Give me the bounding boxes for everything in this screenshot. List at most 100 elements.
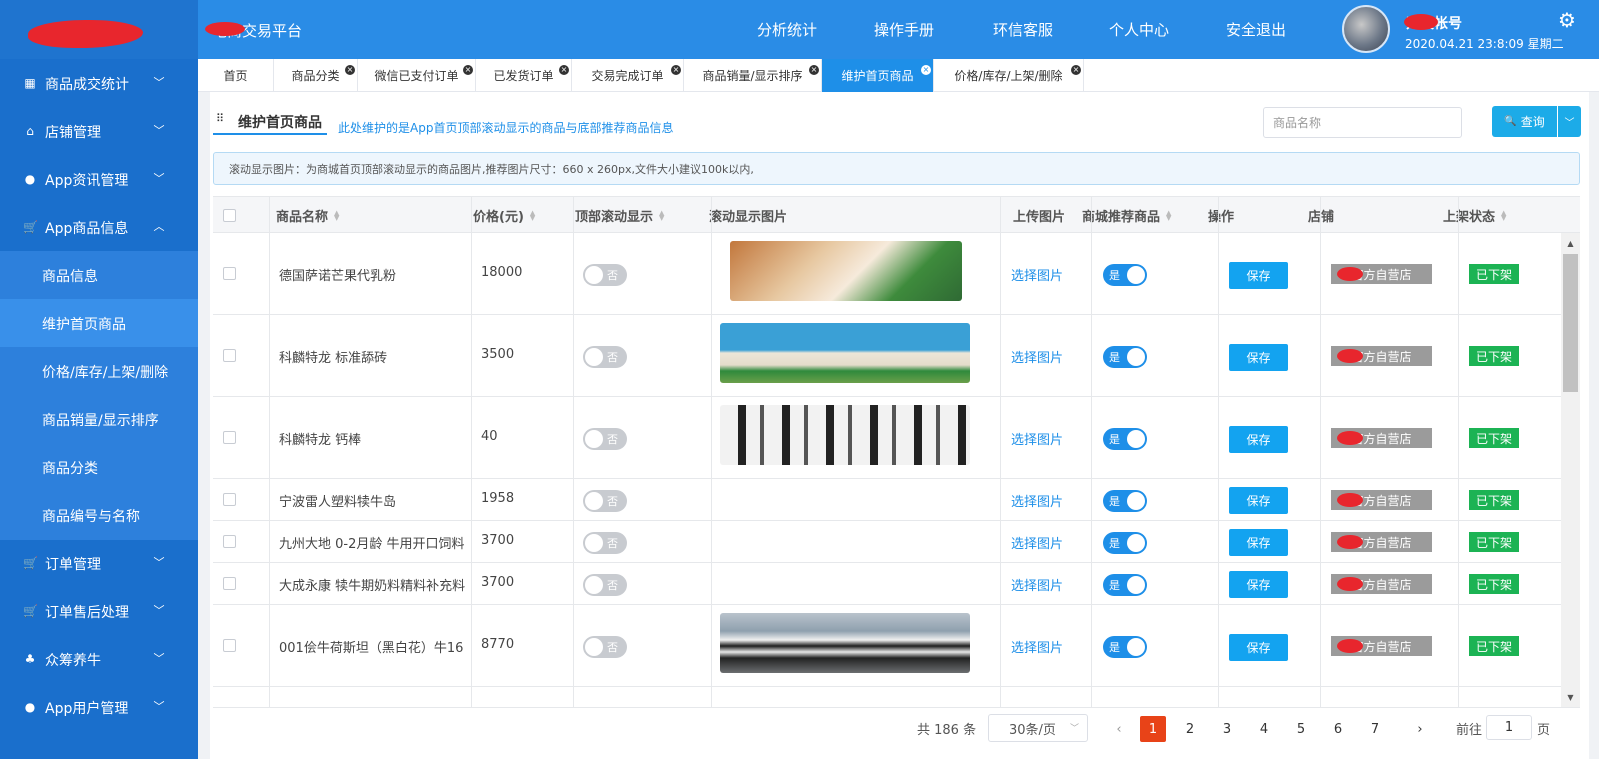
close-icon[interactable]: ×	[463, 65, 473, 75]
column-header[interactable]: 上架状态 ▲ ▼	[1443, 197, 1506, 234]
sidebar-item-shop[interactable]: ⌂ 店铺管理 ﹀	[0, 107, 198, 156]
page-number[interactable]: 3	[1214, 716, 1240, 742]
sidebar-item-app-users[interactable]: ● App用户管理 ﹀	[0, 683, 198, 732]
tab-home[interactable]: 首页	[198, 59, 274, 92]
query-button[interactable]: 🔍 查询	[1492, 106, 1557, 137]
next-page-button[interactable]: ›	[1407, 716, 1433, 742]
column-header[interactable]: 价格(元) ▲ ▼	[473, 197, 535, 234]
choose-image-link[interactable]: 选择图片	[1011, 575, 1063, 594]
nav-analytics[interactable]: 分析统计	[757, 0, 817, 59]
sidebar-sub-home-products[interactable]: 维护首页商品	[0, 299, 198, 348]
status-badge: 已下架	[1469, 346, 1519, 366]
recommend-toggle[interactable]: 是	[1103, 574, 1147, 596]
choose-image-link[interactable]: 选择图片	[1011, 265, 1063, 284]
sidebar-sub-sales-order[interactable]: 商品销量/显示排序	[0, 395, 198, 444]
nav-manual[interactable]: 操作手册	[874, 0, 934, 59]
close-icon[interactable]: ×	[809, 65, 819, 75]
tab-completed[interactable]: 交易完成订单 ×	[572, 59, 684, 92]
status-badge: 已下架	[1469, 264, 1519, 284]
scroll-toggle[interactable]: 否	[583, 428, 627, 450]
page-number[interactable]: 2	[1177, 716, 1203, 742]
tab-sales-order[interactable]: 商品销量/显示排序 ×	[684, 59, 822, 92]
sidebar-item-after-sales[interactable]: 🛒 订单售后处理 ﹀	[0, 587, 198, 636]
scroll-toggle[interactable]: 否	[583, 532, 627, 554]
choose-image-link[interactable]: 选择图片	[1011, 637, 1063, 656]
save-button[interactable]: 保存	[1229, 529, 1288, 556]
tab-category[interactable]: 商品分类 ×	[274, 59, 358, 92]
nav-logout[interactable]: 安全退出	[1226, 0, 1286, 59]
recommend-toggle[interactable]: 是	[1103, 428, 1147, 450]
row-checkbox[interactable]	[223, 349, 236, 362]
scroll-toggle[interactable]: 否	[583, 346, 627, 368]
scroll-toggle[interactable]: 否	[583, 574, 627, 596]
column-header[interactable]: 顶部滚动显示 ▲ ▼	[575, 197, 664, 234]
cart-icon: 🛒	[23, 556, 38, 570]
shop-badge: 官方自营店	[1331, 346, 1432, 366]
sidebar-item-sales-stats[interactable]: ▦ 商品成交统计 ﹀	[0, 59, 198, 108]
column-header[interactable]: 商城推荐商品 ▲ ▼	[1082, 197, 1171, 234]
close-icon[interactable]: ×	[1071, 65, 1081, 75]
gear-icon[interactable]: ⚙	[1556, 9, 1578, 31]
row-checkbox[interactable]	[223, 535, 236, 548]
scrollbar-thumb[interactable]	[1563, 254, 1578, 392]
choose-image-link[interactable]: 选择图片	[1011, 491, 1063, 510]
column-header[interactable]: 商品名称 ▲ ▼	[276, 197, 339, 234]
sidebar-item-crowdfunding[interactable]: ♣ 众筹养牛 ﹀	[0, 635, 198, 684]
query-dropdown-button[interactable]: ﹀	[1558, 106, 1581, 137]
goto-page-input[interactable]: 1	[1486, 715, 1532, 740]
row-checkbox[interactable]	[223, 577, 236, 590]
recommend-toggle[interactable]: 是	[1103, 264, 1147, 286]
sidebar-sub-category[interactable]: 商品分类	[0, 443, 198, 492]
sidebar-sub-price-stock[interactable]: 价格/库存/上架/删除	[0, 347, 198, 396]
sort-icon: ▲ ▼	[529, 208, 536, 222]
close-icon[interactable]: ×	[345, 65, 355, 75]
close-icon[interactable]: ×	[559, 65, 569, 75]
scroll-toggle[interactable]: 否	[583, 264, 627, 286]
sidebar-item-orders[interactable]: 🛒 订单管理 ﹀	[0, 539, 198, 588]
sidebar-item-app-products[interactable]: 🛒 App商品信息 ︿	[0, 203, 198, 252]
scroll-down-arrow-icon[interactable]: ▼	[1566, 693, 1575, 702]
row-checkbox[interactable]	[223, 431, 236, 444]
tab-home-products[interactable]: 维护首页商品 ×	[822, 59, 934, 92]
scroll-toggle[interactable]: 否	[583, 490, 627, 512]
page-size-select[interactable]: 30条/页 ﹀	[988, 714, 1088, 742]
sidebar-sub-product-info[interactable]: 商品信息	[0, 251, 198, 300]
close-icon[interactable]: ×	[671, 65, 681, 75]
row-checkbox[interactable]	[223, 493, 236, 506]
avatar[interactable]	[1342, 5, 1390, 53]
choose-image-link[interactable]: 选择图片	[1011, 429, 1063, 448]
nav-personal-center[interactable]: 个人中心	[1109, 0, 1169, 59]
tab-price-stock[interactable]: 价格/库存/上架/删除 ×	[934, 59, 1084, 92]
page-number[interactable]: 1	[1140, 716, 1166, 742]
sidebar-sub-label: 商品编号与名称	[42, 508, 140, 525]
scroll-toggle[interactable]: 否	[583, 636, 627, 658]
save-button[interactable]: 保存	[1229, 426, 1288, 453]
recommend-toggle[interactable]: 是	[1103, 532, 1147, 554]
row-checkbox[interactable]	[223, 639, 236, 652]
row-checkbox[interactable]	[223, 267, 236, 280]
scroll-up-arrow-icon[interactable]: ▲	[1566, 239, 1575, 248]
save-button[interactable]: 保存	[1229, 487, 1288, 514]
recommend-toggle[interactable]: 是	[1103, 490, 1147, 512]
select-all-checkbox[interactable]	[223, 209, 236, 222]
sidebar-item-news[interactable]: ● App资讯管理 ﹀	[0, 155, 198, 204]
sidebar-sub-code-name[interactable]: 商品编号与名称	[0, 491, 198, 540]
recommend-toggle[interactable]: 是	[1103, 346, 1147, 368]
choose-image-link[interactable]: 选择图片	[1011, 347, 1063, 366]
save-button[interactable]: 保存	[1229, 344, 1288, 371]
save-button[interactable]: 保存	[1229, 571, 1288, 598]
save-button[interactable]: 保存	[1229, 634, 1288, 661]
close-icon[interactable]: ×	[921, 65, 931, 75]
page-number[interactable]: 4	[1251, 716, 1277, 742]
tab-shipped[interactable]: 已发货订单 ×	[476, 59, 572, 92]
tab-wechat-paid[interactable]: 微信已支付订单 ×	[358, 59, 476, 92]
page-number[interactable]: 6	[1325, 716, 1351, 742]
recommend-toggle[interactable]: 是	[1103, 636, 1147, 658]
nav-customer-service[interactable]: 环信客服	[993, 0, 1053, 59]
page-number[interactable]: 7	[1362, 716, 1388, 742]
search-input[interactable]: 商品名称	[1263, 107, 1462, 138]
prev-page-button[interactable]: ‹	[1106, 716, 1132, 742]
page-number[interactable]: 5	[1288, 716, 1314, 742]
choose-image-link[interactable]: 选择图片	[1011, 533, 1063, 552]
save-button[interactable]: 保存	[1229, 262, 1288, 289]
